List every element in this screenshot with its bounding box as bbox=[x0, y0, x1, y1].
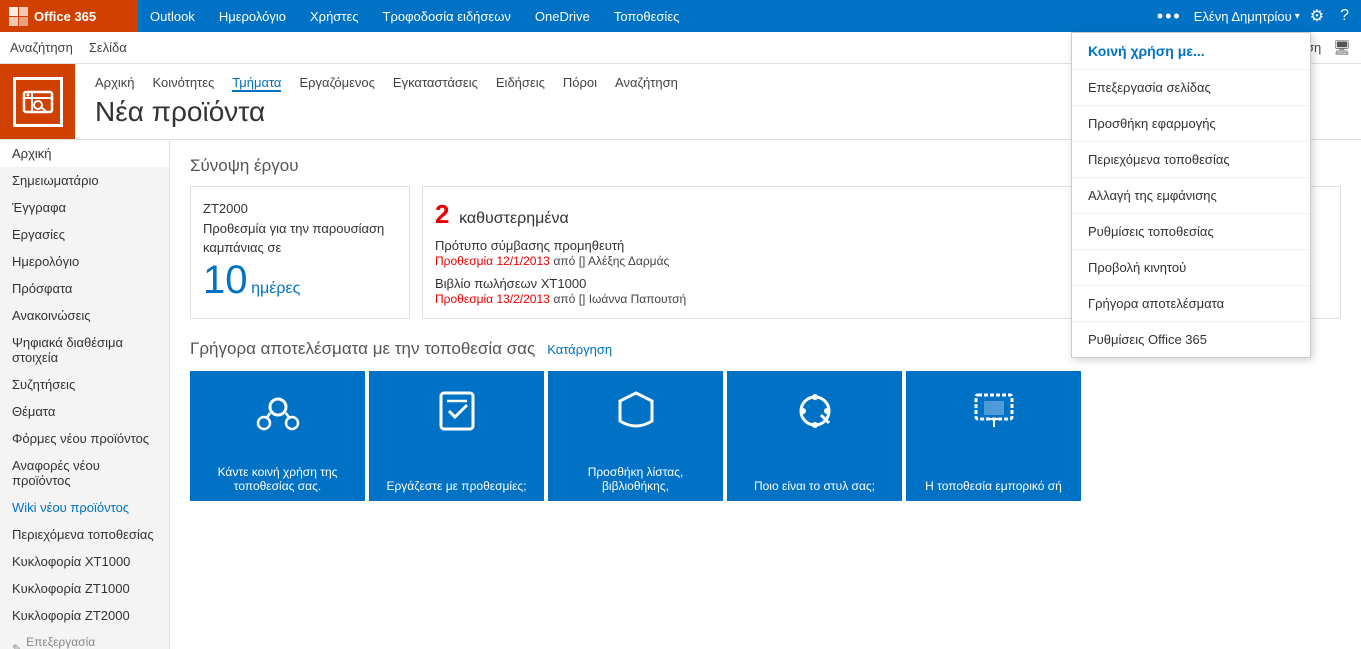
search-link[interactable]: Αναζήτηση bbox=[10, 40, 73, 55]
dropdown-mobile-view[interactable]: Προβολή κινητού bbox=[1072, 250, 1310, 286]
settings-button[interactable]: ⚙ bbox=[1304, 0, 1330, 32]
nav-newsfeed[interactable]: Τροφοδοσία ειδήσεων bbox=[371, 0, 523, 32]
sidebar-item-digital-assets[interactable]: Ψηφιακά διαθέσιμα στοιχεία bbox=[0, 329, 169, 371]
sidebar-item-calendar[interactable]: Ημερολόγιο bbox=[0, 248, 169, 275]
quick-card-style[interactable]: Ποιο είναι το στυλ σας; bbox=[727, 371, 902, 501]
cancel-link[interactable]: Κατάργηση bbox=[547, 342, 612, 357]
sidebar-item-recent[interactable]: Πρόσφατα bbox=[0, 275, 169, 302]
overdue-label: καθυστερημένα bbox=[459, 210, 569, 227]
top-bar-right: ••• Ελένη Δημητρίου ▾ ⚙ ? bbox=[1149, 0, 1361, 32]
help-button[interactable]: ? bbox=[1334, 0, 1355, 32]
sidebar-item-wiki[interactable]: Wiki νέου προϊόντος bbox=[0, 494, 169, 521]
sidebar-item-tasks[interactable]: Εργασίες bbox=[0, 221, 169, 248]
summary-card-1: ZT2000 Προθεσμία για την παρουσίαση καμπ… bbox=[190, 186, 410, 319]
site-card-icon bbox=[972, 389, 1016, 443]
dropdown-site-contents[interactable]: Περιεχόμενα τοποθεσίας bbox=[1072, 142, 1310, 178]
sidebar-item-site-contents[interactable]: Περιεχόμενα τοποθεσίας bbox=[0, 521, 169, 548]
sidebar-item-discussions[interactable]: Συζητήσεις bbox=[0, 371, 169, 398]
nav-outlook[interactable]: Outlook bbox=[138, 0, 207, 32]
overdue-count: 2 bbox=[435, 199, 449, 229]
sidebar-item-reports[interactable]: Αναφορές νέου προϊόντος bbox=[0, 452, 169, 494]
overdue-item-1-person: από [] Αλέξης Δαρμάς bbox=[553, 254, 669, 268]
logo-text: Office 365 bbox=[34, 9, 96, 24]
sidebar-item-zt1000[interactable]: Κυκλοφορία ZT1000 bbox=[0, 575, 169, 602]
page-link[interactable]: Σελίδα bbox=[89, 40, 127, 55]
more-button[interactable]: ••• bbox=[1149, 0, 1190, 32]
sync-button[interactable]: 🖥 bbox=[1333, 39, 1351, 56]
site-logo-inner bbox=[13, 77, 63, 127]
sitenav-search[interactable]: Αναζήτηση bbox=[615, 75, 678, 92]
user-chevron-icon: ▾ bbox=[1295, 11, 1300, 22]
sitenav-employee[interactable]: Εργαζόμενος bbox=[299, 75, 374, 92]
quick-card-tasks[interactable]: Εργάζεστε με προθεσμίες; bbox=[369, 371, 544, 501]
sidebar-item-announcements[interactable]: Ανακοινώσεις bbox=[0, 302, 169, 329]
share-card-icon bbox=[254, 389, 302, 447]
edit-links[interactable]: ✎ Επεξεργασία συνδέσεων bbox=[0, 629, 169, 649]
office365-logo[interactable]: Office 365 bbox=[0, 0, 138, 32]
user-menu[interactable]: Ελένη Δημητρίου ▾ bbox=[1194, 9, 1300, 24]
top-nav: Outlook Ημερολόγιο Χρήστες Τροφοδοσία ει… bbox=[138, 0, 1149, 32]
second-bar-left: Αναζήτηση Σελίδα bbox=[10, 40, 1093, 55]
quick-card-site[interactable]: Η τοποθεσία εμπορικό σή bbox=[906, 371, 1081, 501]
edit-links-label: Επεξεργασία συνδέσεων bbox=[26, 635, 157, 649]
quick-card-library-label: Προσθήκη λίστας, βιβλιοθήκης, bbox=[554, 465, 717, 493]
sidebar-item-documents[interactable]: Έγγραφα bbox=[0, 194, 169, 221]
quick-card-tasks-label: Εργάζεστε με προθεσμίες; bbox=[375, 479, 538, 493]
quick-card-share-label: Κάντε κοινή χρήση της τοποθεσίας σας. bbox=[196, 465, 359, 493]
summary-days-label: ημέρες bbox=[251, 280, 300, 297]
settings-dropdown: Κοινή χρήση με... Επεξεργασία σελίδας Πρ… bbox=[1071, 32, 1311, 358]
quick-card-library[interactable]: Προσθήκη λίστας, βιβλιοθήκης, bbox=[548, 371, 723, 501]
dropdown-share[interactable]: Κοινή χρήση με... bbox=[1072, 33, 1310, 70]
quick-card-site-label: Η τοποθεσία εμπορικό σή bbox=[912, 479, 1075, 493]
nav-sites[interactable]: Τοποθεσίες bbox=[602, 0, 692, 32]
style-card-icon bbox=[793, 389, 837, 443]
quick-results-section: Γρήγορα αποτελέσματα με την τοποθεσία σα… bbox=[190, 339, 1341, 501]
library-card-icon bbox=[614, 389, 658, 443]
nav-onedrive[interactable]: OneDrive bbox=[523, 0, 602, 32]
quick-card-style-label: Ποιο είναι το στυλ σας; bbox=[733, 479, 896, 493]
summary-card-1-text2: Προθεσμία για την παρουσίαση καμπάνιας σ… bbox=[203, 219, 397, 258]
sidebar-item-forms[interactable]: Φόρμες νέου προϊόντος bbox=[0, 425, 169, 452]
dropdown-quick-results[interactable]: Γρήγορα αποτελέσματα bbox=[1072, 286, 1310, 322]
top-bar: Office 365 Outlook Ημερολόγιο Χρήστες Τρ… bbox=[0, 0, 1361, 32]
sidebar-item-zt2000[interactable]: Κυκλοφορία ZT2000 bbox=[0, 602, 169, 629]
quick-card-share[interactable]: Κάντε κοινή χρήση της τοποθεσίας σας. bbox=[190, 371, 365, 501]
sitenav-communities[interactable]: Κοινότητες bbox=[153, 75, 215, 92]
nav-users[interactable]: Χρήστες bbox=[298, 0, 371, 32]
overdue-item-2-date: Προθεσμία 13/2/2013 bbox=[435, 292, 550, 306]
dropdown-edit-page[interactable]: Επεξεργασία σελίδας bbox=[1072, 70, 1310, 106]
overdue-item-2-person: από [] Ιωάννα Παπουτσή bbox=[553, 292, 686, 306]
sidebar: Αρχική Σημειωματάριο Έγγραφα Εργασίες Ημ… bbox=[0, 140, 170, 649]
dropdown-office365-settings[interactable]: Ρυθμίσεις Office 365 bbox=[1072, 322, 1310, 357]
quick-results-title: Γρήγορα αποτελέσματα με την τοποθεσία σα… bbox=[190, 339, 535, 359]
site-logo bbox=[0, 64, 75, 139]
sidebar-item-topics[interactable]: Θέματα bbox=[0, 398, 169, 425]
summary-number: 10 bbox=[203, 258, 248, 302]
sitenav-home[interactable]: Αρχική bbox=[95, 75, 135, 92]
dropdown-change-appearance[interactable]: Αλλαγή της εμφάνισης bbox=[1072, 178, 1310, 214]
monitor-icon: 🖥 bbox=[1333, 39, 1351, 56]
sidebar-item-notebook[interactable]: Σημειωματάριο bbox=[0, 167, 169, 194]
overdue-item-1-date: Προθεσμία 12/1/2013 bbox=[435, 254, 550, 268]
summary-card-1-text1: ZT2000 bbox=[203, 199, 397, 219]
sidebar-item-home[interactable]: Αρχική bbox=[0, 140, 169, 167]
sidebar-item-xt1000[interactable]: Κυκλοφορία XT1000 bbox=[0, 548, 169, 575]
sitenav-departments[interactable]: Τμήματα bbox=[232, 75, 281, 92]
nav-calendar[interactable]: Ημερολόγιο bbox=[207, 0, 298, 32]
sitenav-news[interactable]: Ειδήσεις bbox=[496, 75, 545, 92]
dropdown-add-app[interactable]: Προσθήκη εφαρμογής bbox=[1072, 106, 1310, 142]
sitenav-resources[interactable]: Πόροι bbox=[563, 75, 597, 92]
user-name-text: Ελένη Δημητρίου bbox=[1194, 9, 1292, 24]
task-card-icon bbox=[435, 389, 479, 443]
quick-cards: Κάντε κοινή χρήση της τοποθεσίας σας. Ερ… bbox=[190, 371, 1341, 501]
sitenav-installations[interactable]: Εγκαταστάσεις bbox=[393, 75, 478, 92]
dropdown-site-settings[interactable]: Ρυθμίσεις τοποθεσίας bbox=[1072, 214, 1310, 250]
